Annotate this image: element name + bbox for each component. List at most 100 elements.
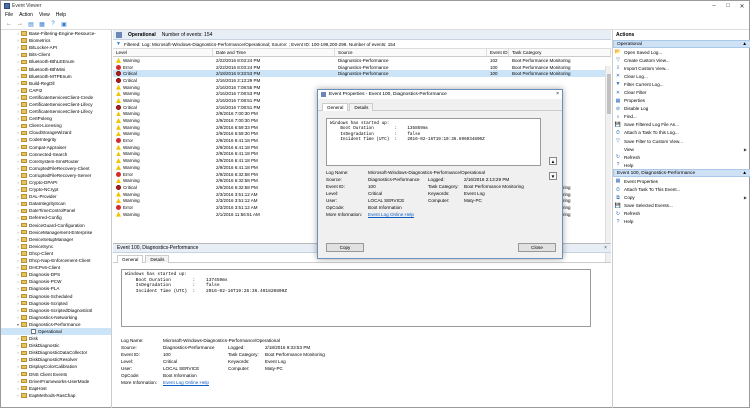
tree-node[interactable]: › Base-Filtering-Engine-Resource- <box>1 30 111 37</box>
detail-close-icon[interactable]: × <box>604 245 607 251</box>
folder-icon[interactable]: ▤ <box>27 20 35 28</box>
minimize-button[interactable]: – <box>707 1 721 11</box>
dialog-tab-details[interactable]: Details <box>349 103 374 111</box>
back-arrow-icon[interactable]: ← <box>5 20 13 28</box>
tree-node[interactable]: › Dhcp-Nap-Enforcement-Client <box>1 257 111 264</box>
action-item[interactable]: ▦ Properties <box>613 97 750 105</box>
action-item[interactable]: ⏱ Attach Task To This Event... <box>613 186 750 194</box>
action-item[interactable]: ▦ Event Properties <box>613 177 750 185</box>
tree-node[interactable]: › Build-RegDll <box>1 80 111 87</box>
tree-node[interactable]: › DAL-Provider <box>1 193 111 200</box>
action-item[interactable]: ✕ Clear Log... <box>613 72 750 80</box>
tree-node[interactable]: ▾ Diagnostics-Performance <box>1 321 111 328</box>
tree-node[interactable]: › CertificateServicesClient-Crede <box>1 94 111 101</box>
tree-node[interactable]: › CertificateServicesClient-Lifecy <box>1 101 111 108</box>
tree-node[interactable]: › Bluetooth-BthMini <box>1 65 111 72</box>
tree-node[interactable]: › EapMethods-RasChap <box>1 392 111 399</box>
tree-node[interactable]: Operational <box>1 327 111 336</box>
tree-node[interactable]: › Disk <box>1 335 111 342</box>
tree-node[interactable]: › Diagnosis-ScriptedDiagnosticsl <box>1 307 111 314</box>
tree-node[interactable]: › Client-Licensing <box>1 122 111 129</box>
tree-node[interactable]: › DisplayColorCalibration <box>1 363 111 370</box>
action-item[interactable]: ↻ Refresh <box>613 153 750 161</box>
action-item[interactable]: ⌕ Find... <box>613 113 750 121</box>
tree-node[interactable]: › CAPI2 <box>1 87 111 94</box>
tree-node[interactable]: › Compat-Appraiser <box>1 144 111 151</box>
tree-node[interactable]: › DiskDiagnosticDataCollector <box>1 349 111 356</box>
tree-node[interactable]: › Bluetooth-BthLEEnum <box>1 58 111 65</box>
dialog-tab-general[interactable]: General <box>322 103 349 111</box>
tree-node[interactable]: › Crypto-DPAPI <box>1 179 111 186</box>
tree-node[interactable]: › CoreSystem-SmsRouter <box>1 158 111 165</box>
tree-node[interactable]: › CloudStorageWizard <box>1 129 111 136</box>
tree-node[interactable]: › Diagnosis-PCW <box>1 278 111 285</box>
tree-node[interactable]: › DeviceGuard-Configuration <box>1 222 111 229</box>
action-item[interactable]: 📂 Open Saved Log... <box>613 48 750 56</box>
tree-node[interactable]: › Diagnosis-PLA <box>1 285 111 292</box>
tab-general[interactable]: General <box>117 255 144 263</box>
event-row[interactable]: Critical 2/16/2016 2:13:29 PM <box>113 77 611 84</box>
col-task[interactable]: Task Category <box>509 49 611 56</box>
action-item[interactable]: ⊘ Disable Log <box>613 105 750 113</box>
actions-section-event[interactable]: Event 100, Diagnostics-Performance ▲ <box>613 169 750 178</box>
tree-node[interactable]: › Crypto-NCrypt <box>1 186 111 193</box>
tree-node[interactable]: › Diagnosis-Scripted <box>1 300 111 307</box>
dlg-online-help-link[interactable]: Event Log Online Help <box>368 212 414 217</box>
collapse-icon[interactable]: ▲ <box>742 42 747 47</box>
action-item[interactable]: ▽ Save Filter to Custom View... <box>613 137 750 145</box>
tree-node[interactable]: › DNS Client Events <box>1 371 111 378</box>
scrollbar-thumb[interactable] <box>607 74 611 114</box>
tree-node[interactable]: › Diagnostics-Networking <box>1 314 111 321</box>
tree-node[interactable]: › BitLocker-API <box>1 44 111 51</box>
action-item[interactable]: 💾 Save Selected Events... <box>613 202 750 210</box>
tree-node[interactable]: › Biometrics <box>1 37 111 44</box>
action-item[interactable]: ? Help <box>613 161 750 169</box>
online-help-link[interactable]: Event Log Online Help <box>163 380 209 385</box>
col-source[interactable]: Source <box>335 49 487 56</box>
previous-event-button[interactable]: ▲ <box>549 157 557 165</box>
action-item[interactable]: ✕ Clear Filter <box>613 88 750 96</box>
action-item[interactable]: ⇩ Import Custom View... <box>613 64 750 72</box>
menu-action[interactable]: Action <box>19 12 33 18</box>
close-dialog-button[interactable]: Close <box>518 243 556 252</box>
tree-node[interactable]: › CertificateServicesClient-Lifecy <box>1 108 111 115</box>
tree-node[interactable]: › DataIntegrityScan <box>1 200 111 207</box>
collapse-icon[interactable]: ▲ <box>742 171 747 176</box>
col-level[interactable]: Level <box>113 49 213 56</box>
action-item[interactable]: ▼ Filter Current Log... <box>613 80 750 88</box>
tree-node[interactable]: › DriverFrameworks-UserMode <box>1 378 111 385</box>
col-date[interactable]: Date and Time <box>213 49 335 56</box>
event-row[interactable]: Error 2/22/2016 8:03:24 PM Diagnostics-Per… <box>113 64 611 71</box>
tree-node[interactable]: › Diagnosis-DPS <box>1 271 111 278</box>
tree-node[interactable]: › DateTimeControlPanel <box>1 207 111 214</box>
tree-node[interactable]: › DeviceSetupManager <box>1 236 111 243</box>
tree-node[interactable]: › DeviceManagement-Enterprise <box>1 229 111 236</box>
panel-icon[interactable]: ▣ <box>60 20 68 28</box>
tree-node[interactable]: › DHCPv6-Client <box>1 264 111 271</box>
tree-node[interactable]: › CertPoleng <box>1 115 111 122</box>
next-event-button[interactable]: ▼ <box>549 172 557 180</box>
tree-node[interactable]: › DiskDiagnosticResolver <box>1 356 111 363</box>
menu-file[interactable]: File <box>5 12 13 18</box>
tree-node[interactable]: › CodeIntegrity <box>1 136 111 143</box>
properties-icon[interactable]: ▦ <box>38 20 46 28</box>
forward-arrow-icon[interactable]: → <box>16 20 24 28</box>
tree-node[interactable]: › CorruptedFileRecovery-Server <box>1 172 111 179</box>
col-event-id[interactable]: Event ID <box>487 49 509 56</box>
action-item[interactable]: ? Help <box>613 218 750 226</box>
action-item[interactable]: ▽ Create Custom View... <box>613 56 750 64</box>
tree-node[interactable]: › Dhcp-Client <box>1 250 111 257</box>
event-row[interactable]: Warning 2/22/2016 8:03:24 PM Diagnostics-P… <box>113 57 611 64</box>
event-list-scrollbar[interactable] <box>605 66 611 262</box>
actions-section-log[interactable]: Operational ▲ <box>613 40 750 48</box>
maximize-button[interactable]: □ <box>721 1 735 11</box>
tree-node[interactable]: › DiskDiagnostic <box>1 342 111 349</box>
tree-node[interactable]: › Bits-Client <box>1 51 111 58</box>
tree-node[interactable]: › Deferred-Config <box>1 214 111 221</box>
menu-view[interactable]: View <box>39 12 50 18</box>
tree-node[interactable]: › Connected-Search <box>1 151 111 158</box>
tree-node[interactable]: › EapHost <box>1 385 111 392</box>
action-item[interactable]: 💾 Save Filtered Log File As... <box>613 121 750 129</box>
tree-node[interactable]: › Bluetooth-MTPEnum <box>1 73 111 80</box>
tree-node[interactable]: › CorruptedFileRecovery-Client <box>1 165 111 172</box>
